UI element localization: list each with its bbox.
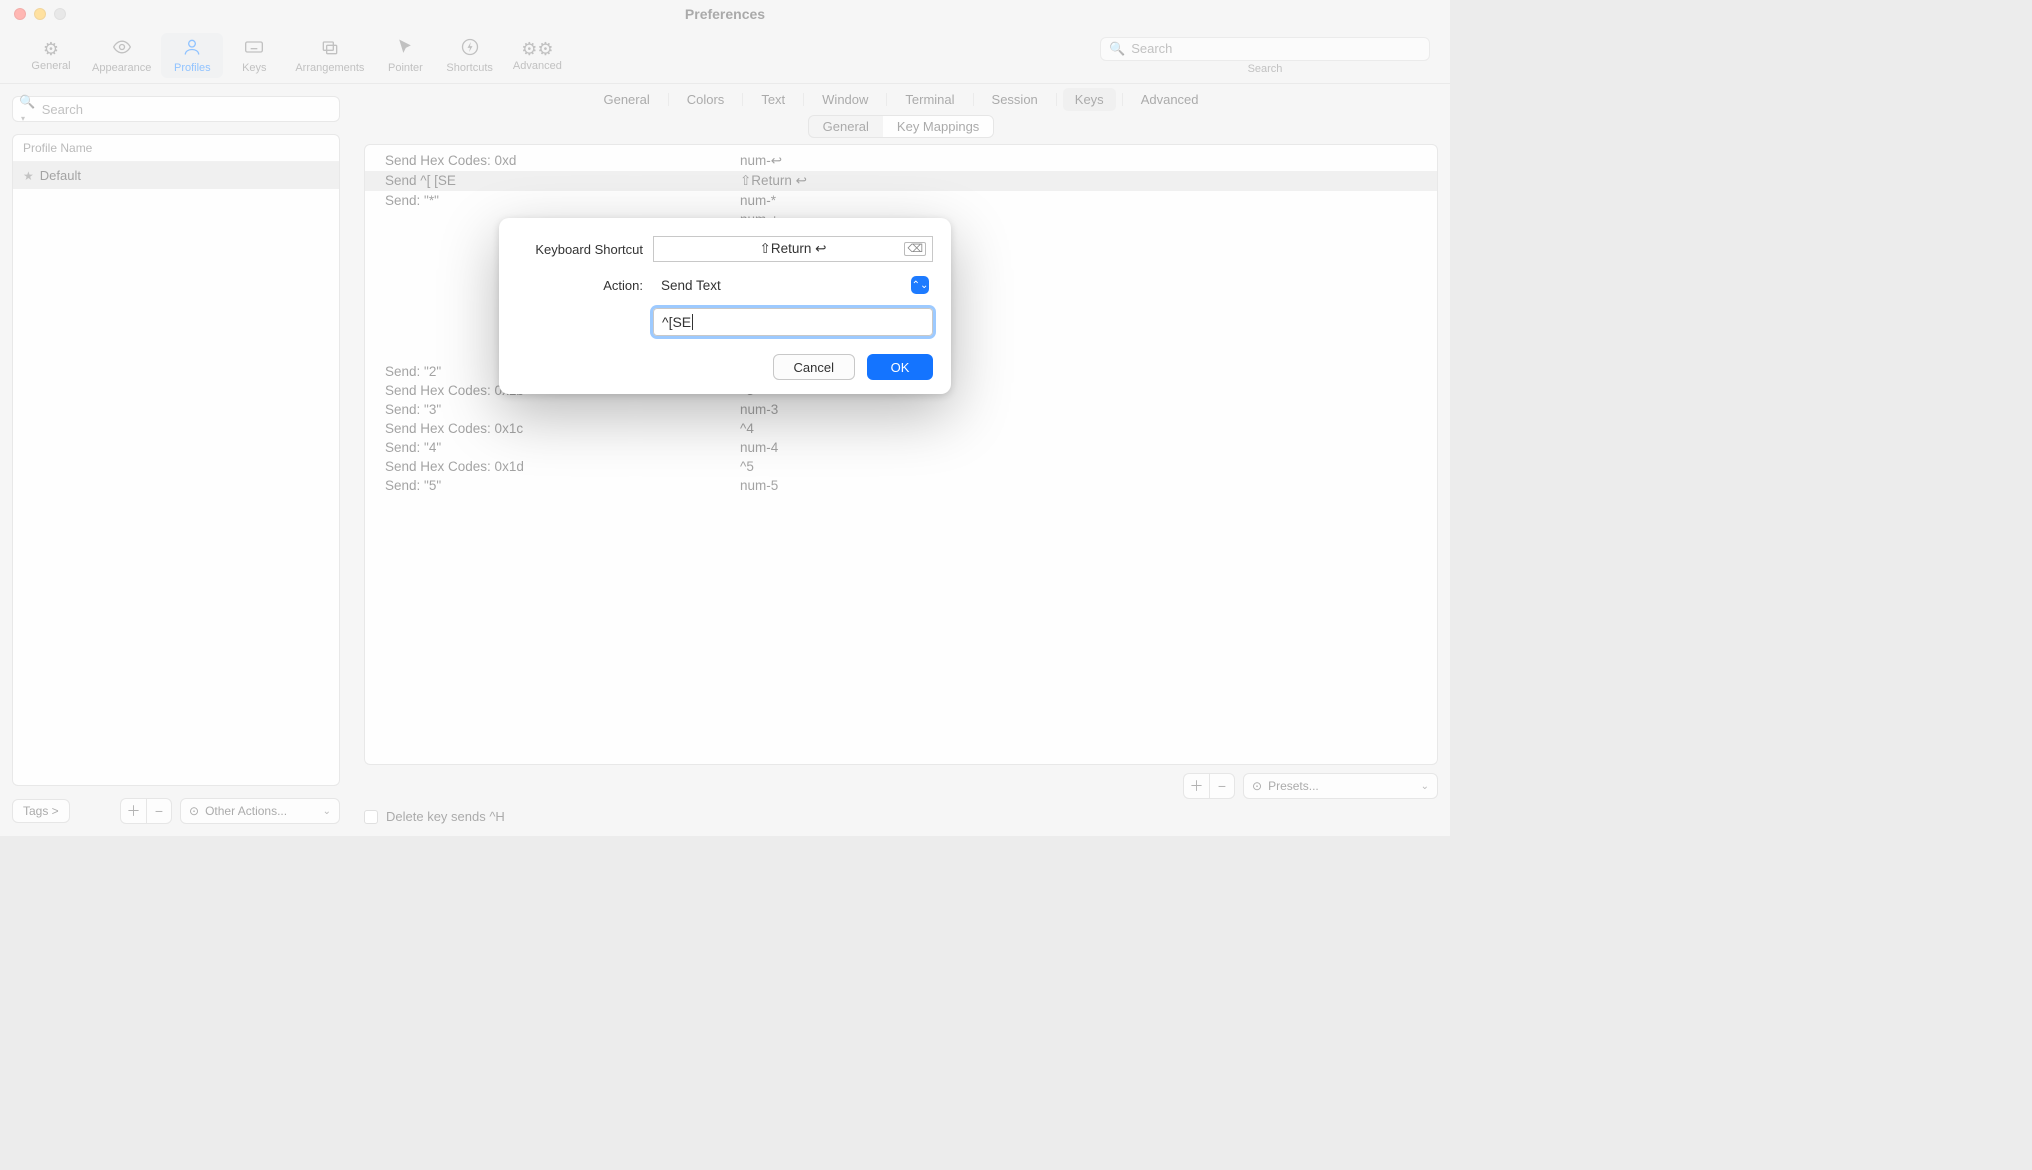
clear-icon[interactable]: ⌫ [904, 242, 926, 256]
ok-button[interactable]: OK [867, 354, 933, 380]
shortcut-field[interactable]: ⇧Return ↩ ⌫ [653, 236, 933, 262]
modal-overlay [0, 0, 1450, 836]
shortcut-value: ⇧Return ↩ [760, 241, 827, 257]
action-value: Send Text [661, 278, 721, 293]
send-text-input[interactable]: ^[SE [653, 308, 933, 336]
edit-mapping-sheet: Keyboard Shortcut ⇧Return ↩ ⌫ Action: Se… [499, 218, 951, 394]
chevrons-icon: ⌃⌄ [911, 276, 929, 294]
shortcut-label: Keyboard Shortcut [517, 242, 653, 257]
send-text-value: ^[SE [662, 314, 691, 330]
cancel-button[interactable]: Cancel [773, 354, 855, 380]
action-label: Action: [517, 278, 653, 293]
action-select[interactable]: Send Text ⌃⌄ [653, 272, 933, 298]
